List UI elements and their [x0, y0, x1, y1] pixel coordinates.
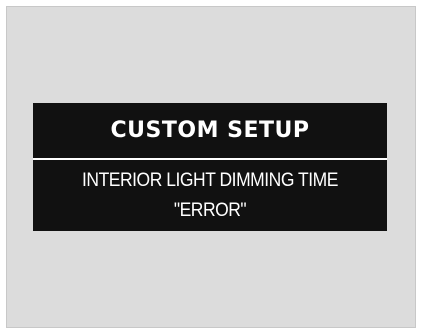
- screen-frame: CUSTOM SETUP INTERIOR LIGHT DIMMING TIME…: [6, 6, 416, 328]
- message-display: CUSTOM SETUP INTERIOR LIGHT DIMMING TIME…: [33, 103, 387, 231]
- error-status: "ERROR": [173, 199, 247, 221]
- custom-setup-title: CUSTOM SETUP: [110, 118, 310, 143]
- setting-name: INTERIOR LIGHT DIMMING TIME: [82, 169, 338, 191]
- message-body: INTERIOR LIGHT DIMMING TIME "ERROR": [47, 160, 373, 231]
